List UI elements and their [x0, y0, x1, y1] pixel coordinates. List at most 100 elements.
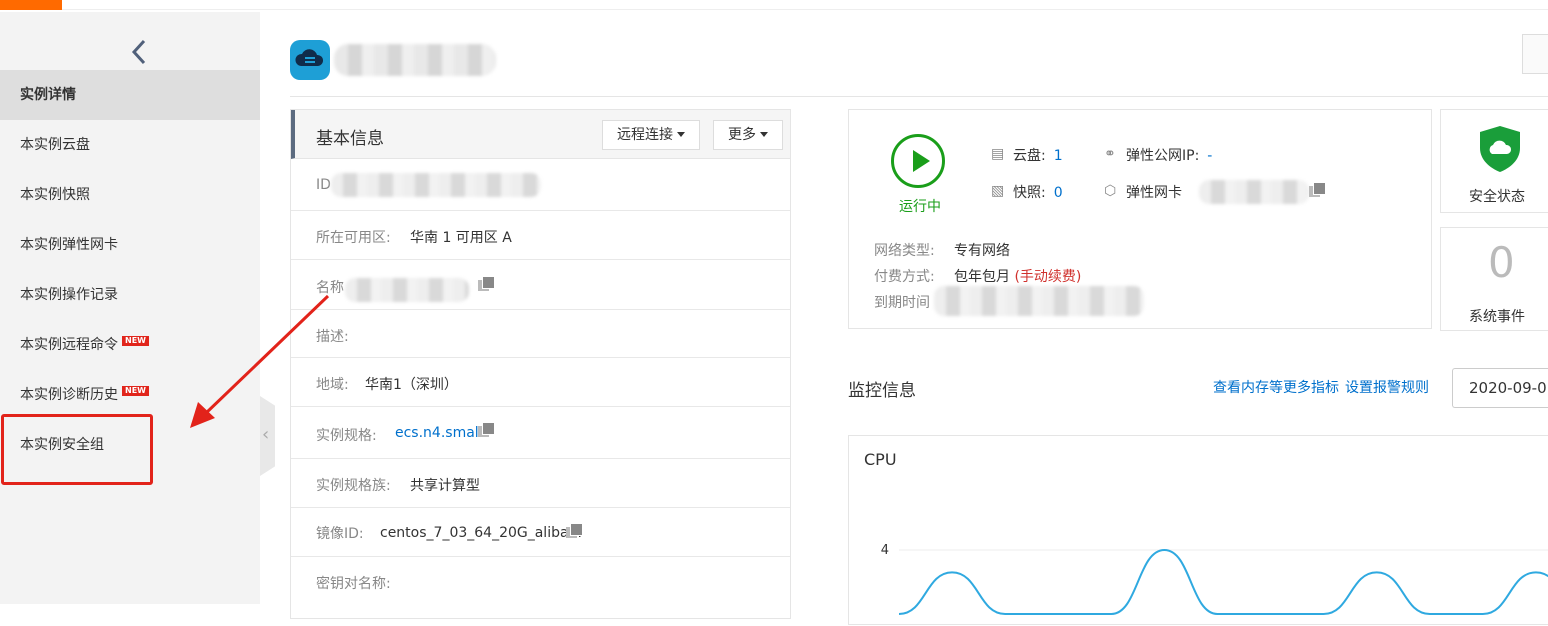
row-id: ID: [291, 159, 790, 211]
main-content: 基本信息 远程连接 更多 ID 所在可用区: 华南 1 可用区 A 名称 描述:…: [260, 12, 1548, 604]
cpu-chart: CPU 4: [848, 435, 1548, 625]
eni-value-blurred: [1199, 180, 1309, 204]
billing-value: 包年包月 (手动续费): [954, 266, 1081, 286]
billing-type: 包年包月: [954, 269, 1010, 285]
remote-connect-label: 远程连接: [617, 127, 673, 143]
eip-label: 弹性公网IP:: [1126, 148, 1199, 164]
sidebar-item-diagnosis-history[interactable]: 本实例诊断历史 NEW: [0, 370, 260, 420]
region-value: 华南1（深圳）: [365, 374, 458, 394]
billing-note: (手动续费): [1014, 269, 1081, 285]
sidebar-item-instance-details[interactable]: 实例详情: [0, 70, 260, 120]
description-label: 描述:: [316, 326, 349, 346]
basic-info-panel: 基本信息 远程连接 更多 ID 所在可用区: 华南 1 可用区 A 名称 描述:…: [290, 109, 791, 619]
divider: [290, 96, 1548, 97]
copy-icon[interactable]: [1309, 182, 1325, 198]
status-panel: 运行中 ▤ 云盘: 1 ⚭ 弹性公网IP:- ▧ 快照: 0 ⬡ 弹性网卡 网络类型…: [848, 109, 1432, 329]
copy-icon[interactable]: [478, 276, 494, 292]
y-tick-label: 4: [881, 543, 889, 558]
spec-family-label: 实例规格族:: [316, 475, 391, 495]
play-icon[interactable]: [891, 134, 945, 188]
spec-link[interactable]: ecs.n4.small: [395, 425, 483, 441]
cloud-server-icon: [290, 40, 330, 80]
row-description: 描述:: [291, 310, 790, 358]
eni-label: 弹性网卡: [1126, 182, 1182, 202]
row-keypair: 密钥对名称:: [291, 557, 790, 606]
remote-connect-button[interactable]: 远程连接: [602, 120, 700, 150]
system-events-label: 系统事件: [1469, 306, 1525, 326]
more-label: 更多: [728, 127, 756, 143]
row-spec: 实例规格: ecs.n4.small: [291, 407, 790, 459]
spec-label: 实例规格:: [316, 425, 377, 445]
copy-icon[interactable]: [566, 523, 582, 539]
back-chevron-icon[interactable]: [128, 38, 152, 66]
network-value: 专有网络: [954, 240, 1010, 260]
eip-value[interactable]: -: [1207, 148, 1212, 164]
snapshot-label: 快照:: [1013, 185, 1046, 201]
row-name: 名称: [291, 260, 790, 310]
instance-name-blurred: [334, 44, 496, 76]
cpu-series: [899, 550, 1548, 614]
sidebar-item-operation-log[interactable]: 本实例操作记录: [0, 270, 260, 320]
sidebar-item-snapshots[interactable]: 本实例快照: [0, 170, 260, 220]
sidebar: 实例详情 本实例云盘 本实例快照 本实例弹性网卡 本实例操作记录 本实例远程命令…: [0, 12, 260, 604]
region-label: 地域:: [316, 374, 349, 394]
more-button[interactable]: 更多: [713, 120, 783, 150]
copy-icon[interactable]: [478, 422, 494, 438]
alarm-rules-link[interactable]: 设置报警规则: [1345, 380, 1429, 396]
caret-down-icon: [677, 132, 685, 137]
name-label: 名称: [316, 277, 344, 297]
snapshot-stat: 快照: 0: [1013, 182, 1063, 202]
image-value: centos_7_03_64_20G_aliba...: [380, 525, 582, 541]
security-status-card[interactable]: 安全状态: [1440, 109, 1548, 213]
name-value-blurred: [345, 278, 469, 302]
disk-stat: 云盘: 1: [1013, 145, 1063, 165]
monitor-title: 监控信息: [848, 376, 916, 401]
sidebar-item-label: 本实例诊断历史: [20, 387, 118, 403]
row-image: 镜像ID: centos_7_03_64_20G_aliba...: [291, 508, 790, 557]
image-label: 镜像ID:: [316, 523, 364, 543]
series-line: [899, 550, 1548, 614]
disk-count[interactable]: 1: [1054, 148, 1063, 164]
disk-label: 云盘:: [1013, 148, 1046, 164]
billing-label: 付费方式:: [874, 266, 935, 286]
sidebar-item-eni[interactable]: 本实例弹性网卡: [0, 220, 260, 270]
running-status: 运行中: [899, 196, 941, 216]
row-zone: 所在可用区: 华南 1 可用区 A: [291, 211, 790, 260]
basic-info-title: 基本信息: [316, 124, 384, 149]
sidebar-item-label: 本实例云盘: [20, 137, 90, 153]
zone-value: 华南 1 可用区 A: [410, 227, 512, 247]
basic-info-header: 基本信息 远程连接 更多: [291, 110, 790, 159]
snapshot-count[interactable]: 0: [1054, 185, 1063, 201]
sidebar-item-label: 本实例远程命令: [20, 337, 118, 353]
refresh-button[interactable]: [1522, 34, 1548, 74]
expire-label: 到期时间: [874, 292, 930, 312]
spec-family-value: 共享计算型: [410, 475, 480, 495]
shield-icon: [1477, 124, 1523, 174]
brand-logo[interactable]: [0, 0, 62, 10]
highlight-annotation-box: [1, 414, 153, 485]
row-spec-family: 实例规格族: 共享计算型: [291, 459, 790, 508]
monitor-links: 查看内存等更多指标设置报警规则: [1213, 377, 1435, 397]
security-status-label: 安全状态: [1469, 186, 1525, 206]
sidebar-item-label: 本实例快照: [20, 187, 90, 203]
id-label: ID: [316, 177, 331, 193]
top-bar: [0, 0, 1548, 10]
network-label: 网络类型:: [874, 240, 935, 260]
disk-icon: ▤: [991, 146, 1007, 162]
snapshot-icon: ▧: [991, 183, 1007, 199]
zone-label: 所在可用区:: [316, 227, 391, 247]
sidebar-item-disks[interactable]: 本实例云盘: [0, 120, 260, 170]
new-badge: NEW: [122, 336, 149, 346]
eni-icon: ⬡: [1104, 183, 1120, 199]
system-events-count: 0: [1488, 238, 1515, 287]
more-metrics-link[interactable]: 查看内存等更多指标: [1213, 380, 1339, 396]
eip-stat: 弹性公网IP:-: [1126, 145, 1212, 165]
sidebar-item-label: 本实例弹性网卡: [20, 237, 118, 253]
date-picker-input[interactable]: 2020-09-0: [1452, 368, 1548, 408]
system-events-card[interactable]: 0 系统事件: [1440, 227, 1548, 331]
new-badge: NEW: [122, 386, 149, 396]
row-region: 地域: 华南1（深圳）: [291, 358, 790, 407]
sidebar-item-remote-command[interactable]: 本实例远程命令 NEW: [0, 320, 260, 370]
eip-icon: ⚭: [1104, 146, 1120, 162]
expire-value-blurred: [934, 286, 1144, 316]
